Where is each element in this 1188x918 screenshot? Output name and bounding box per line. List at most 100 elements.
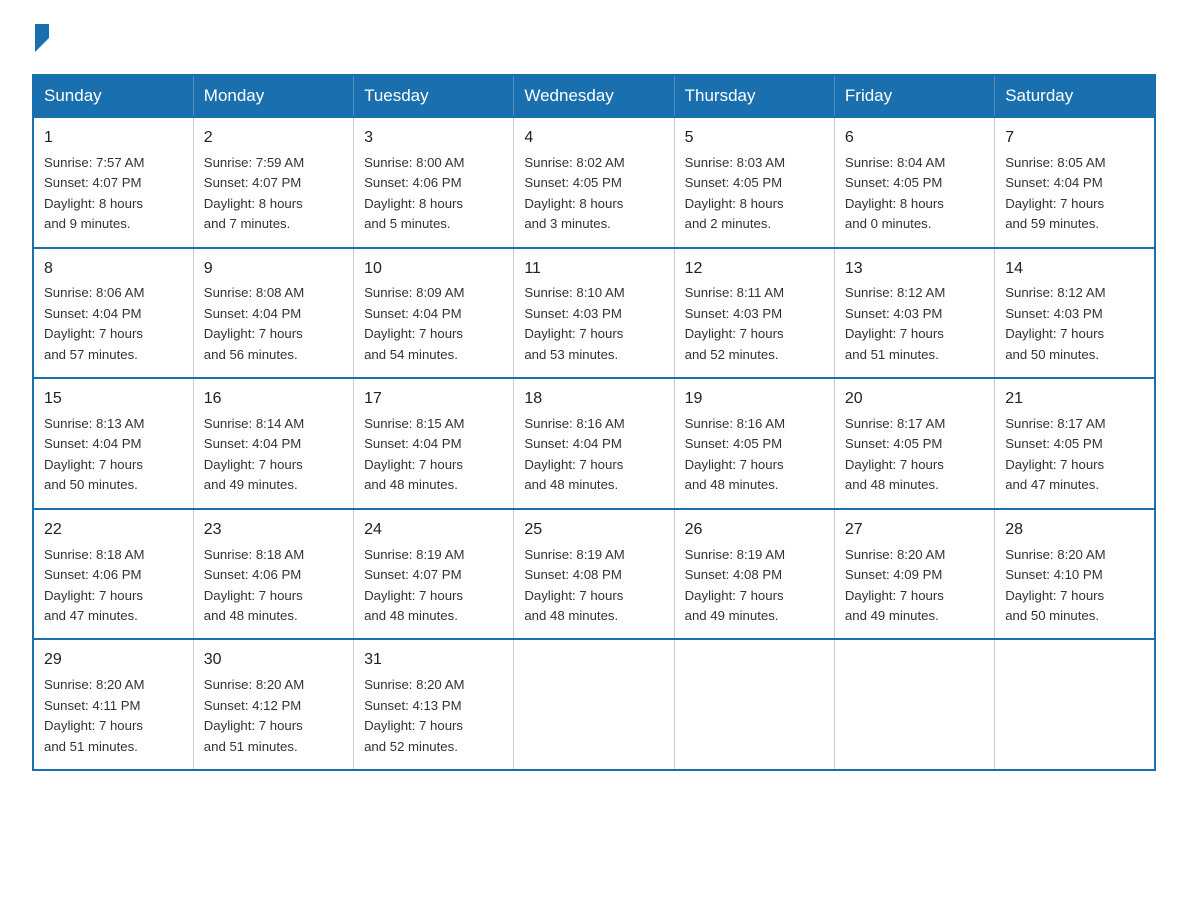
day-number: 3 [364,126,503,151]
day-number: 6 [845,126,984,151]
calendar-day-cell: 27Sunrise: 8:20 AM Sunset: 4:09 PM Dayli… [834,509,994,640]
header-wednesday: Wednesday [514,75,674,117]
day-number: 18 [524,387,663,412]
day-info: Sunrise: 8:16 AM Sunset: 4:05 PM Dayligh… [685,414,824,496]
day-number: 16 [204,387,343,412]
calendar-day-cell [674,639,834,770]
calendar-week-row: 22 Sunrise: 8:18 AM Sunset: 4:06 PM Dayli… [33,509,1155,640]
day-info: Sunrise: 8:09 AM Sunset: 4:04 PM Dayligh… [364,283,503,365]
calendar-table: Sunday Monday Tuesday Wednesday Thursday… [32,74,1156,771]
page-header [32,24,1156,56]
calendar-day-cell: 18Sunrise: 8:16 AM Sunset: 4:04 PM Dayli… [514,378,674,509]
day-number: 2 [204,126,343,151]
day-number: 8 [44,257,183,282]
calendar-day-cell: 20Sunrise: 8:17 AM Sunset: 4:05 PM Dayli… [834,378,994,509]
calendar-day-cell: 8Sunrise: 8:06 AM Sunset: 4:04 PM Daylig… [33,248,193,379]
day-info: Sunrise: 8:19 AM Sunset: 4:07 PM Dayligh… [364,545,503,627]
calendar-day-cell: 21Sunrise: 8:17 AM Sunset: 4:05 PM Dayli… [995,378,1155,509]
calendar-week-row: 15Sunrise: 8:13 AM Sunset: 4:04 PM Dayli… [33,378,1155,509]
day-number: 1 [44,126,183,151]
day-info: Sunrise: 8:11 AM Sunset: 4:03 PM Dayligh… [685,283,824,365]
calendar-day-cell: 5Sunrise: 8:03 AM Sunset: 4:05 PM Daylig… [674,117,834,248]
calendar-day-cell [834,639,994,770]
day-number: 25 [524,518,663,543]
day-number: 13 [845,257,984,282]
calendar-day-cell: 3Sunrise: 8:00 AM Sunset: 4:06 PM Daylig… [354,117,514,248]
calendar-day-cell: 23Sunrise: 8:18 AM Sunset: 4:06 PM Dayli… [193,509,353,640]
calendar-day-cell: 31Sunrise: 8:20 AM Sunset: 4:13 PM Dayli… [354,639,514,770]
calendar-week-row: 29Sunrise: 8:20 AM Sunset: 4:11 PM Dayli… [33,639,1155,770]
day-info: Sunrise: 8:20 AM Sunset: 4:11 PM Dayligh… [44,675,183,757]
day-info: Sunrise: 8:15 AM Sunset: 4:04 PM Dayligh… [364,414,503,496]
calendar-day-cell: 16Sunrise: 8:14 AM Sunset: 4:04 PM Dayli… [193,378,353,509]
day-info: Sunrise: 8:04 AM Sunset: 4:05 PM Dayligh… [845,153,984,235]
day-info: Sunrise: 8:02 AM Sunset: 4:05 PM Dayligh… [524,153,663,235]
day-number: 22 [44,518,183,543]
header-monday: Monday [193,75,353,117]
calendar-day-cell: 13Sunrise: 8:12 AM Sunset: 4:03 PM Dayli… [834,248,994,379]
day-info: Sunrise: 7:57 AM Sunset: 4:07 PM Dayligh… [44,153,183,235]
day-info: Sunrise: 8:20 AM Sunset: 4:12 PM Dayligh… [204,675,343,757]
header-tuesday: Tuesday [354,75,514,117]
logo [32,24,49,56]
calendar-header: Sunday Monday Tuesday Wednesday Thursday… [33,75,1155,117]
day-number: 14 [1005,257,1144,282]
day-number: 27 [845,518,984,543]
calendar-day-cell: 12Sunrise: 8:11 AM Sunset: 4:03 PM Dayli… [674,248,834,379]
header-row: Sunday Monday Tuesday Wednesday Thursday… [33,75,1155,117]
day-info: Sunrise: 8:19 AM Sunset: 4:08 PM Dayligh… [524,545,663,627]
day-info: Sunrise: 8:18 AM Sunset: 4:06 PM Dayligh… [204,545,343,627]
day-number: 4 [524,126,663,151]
day-info: Sunrise: 8:20 AM Sunset: 4:09 PM Dayligh… [845,545,984,627]
calendar-day-cell: 14Sunrise: 8:12 AM Sunset: 4:03 PM Dayli… [995,248,1155,379]
day-info: Sunrise: 8:14 AM Sunset: 4:04 PM Dayligh… [204,414,343,496]
day-info: Sunrise: 8:12 AM Sunset: 4:03 PM Dayligh… [845,283,984,365]
day-number: 7 [1005,126,1144,151]
day-info: Sunrise: 8:06 AM Sunset: 4:04 PM Dayligh… [44,283,183,365]
day-number: 29 [44,648,183,673]
day-info: Sunrise: 8:03 AM Sunset: 4:05 PM Dayligh… [685,153,824,235]
calendar-day-cell: 9Sunrise: 8:08 AM Sunset: 4:04 PM Daylig… [193,248,353,379]
day-number: 15 [44,387,183,412]
day-number: 20 [845,387,984,412]
calendar-day-cell: 15Sunrise: 8:13 AM Sunset: 4:04 PM Dayli… [33,378,193,509]
calendar-day-cell: 1Sunrise: 7:57 AM Sunset: 4:07 PM Daylig… [33,117,193,248]
day-number: 12 [685,257,824,282]
calendar-day-cell: 29Sunrise: 8:20 AM Sunset: 4:11 PM Dayli… [33,639,193,770]
calendar-day-cell: 17Sunrise: 8:15 AM Sunset: 4:04 PM Dayli… [354,378,514,509]
header-saturday: Saturday [995,75,1155,117]
day-number: 11 [524,257,663,282]
day-number: 5 [685,126,824,151]
calendar-day-cell: 4Sunrise: 8:02 AM Sunset: 4:05 PM Daylig… [514,117,674,248]
calendar-body: 1Sunrise: 7:57 AM Sunset: 4:07 PM Daylig… [33,117,1155,770]
day-number: 31 [364,648,503,673]
calendar-day-cell: 11Sunrise: 8:10 AM Sunset: 4:03 PM Dayli… [514,248,674,379]
calendar-day-cell: 2Sunrise: 7:59 AM Sunset: 4:07 PM Daylig… [193,117,353,248]
calendar-day-cell: 30Sunrise: 8:20 AM Sunset: 4:12 PM Dayli… [193,639,353,770]
day-info: Sunrise: 8:08 AM Sunset: 4:04 PM Dayligh… [204,283,343,365]
day-info: Sunrise: 8:16 AM Sunset: 4:04 PM Dayligh… [524,414,663,496]
header-sunday: Sunday [33,75,193,117]
day-number: 30 [204,648,343,673]
day-info: Sunrise: 8:12 AM Sunset: 4:03 PM Dayligh… [1005,283,1144,365]
calendar-day-cell: 26Sunrise: 8:19 AM Sunset: 4:08 PM Dayli… [674,509,834,640]
day-info: Sunrise: 8:17 AM Sunset: 4:05 PM Dayligh… [845,414,984,496]
day-number: 28 [1005,518,1144,543]
calendar-day-cell: 22Sunrise: 8:18 AM Sunset: 4:06 PM Dayli… [33,509,193,640]
calendar-week-row: 1Sunrise: 7:57 AM Sunset: 4:07 PM Daylig… [33,117,1155,248]
calendar-day-cell [995,639,1155,770]
day-number: 17 [364,387,503,412]
calendar-day-cell: 28Sunrise: 8:20 AM Sunset: 4:10 PM Dayli… [995,509,1155,640]
day-info: Sunrise: 8:20 AM Sunset: 4:10 PM Dayligh… [1005,545,1144,627]
calendar-day-cell: 19Sunrise: 8:16 AM Sunset: 4:05 PM Dayli… [674,378,834,509]
day-number: 24 [364,518,503,543]
calendar-day-cell: 6Sunrise: 8:04 AM Sunset: 4:05 PM Daylig… [834,117,994,248]
header-friday: Friday [834,75,994,117]
day-number: 23 [204,518,343,543]
calendar-week-row: 8Sunrise: 8:06 AM Sunset: 4:04 PM Daylig… [33,248,1155,379]
calendar-day-cell: 25Sunrise: 8:19 AM Sunset: 4:08 PM Dayli… [514,509,674,640]
header-thursday: Thursday [674,75,834,117]
day-info: Sunrise: 8:17 AM Sunset: 4:05 PM Dayligh… [1005,414,1144,496]
calendar-day-cell: 24Sunrise: 8:19 AM Sunset: 4:07 PM Dayli… [354,509,514,640]
day-info: Sunrise: 8:20 AM Sunset: 4:13 PM Dayligh… [364,675,503,757]
